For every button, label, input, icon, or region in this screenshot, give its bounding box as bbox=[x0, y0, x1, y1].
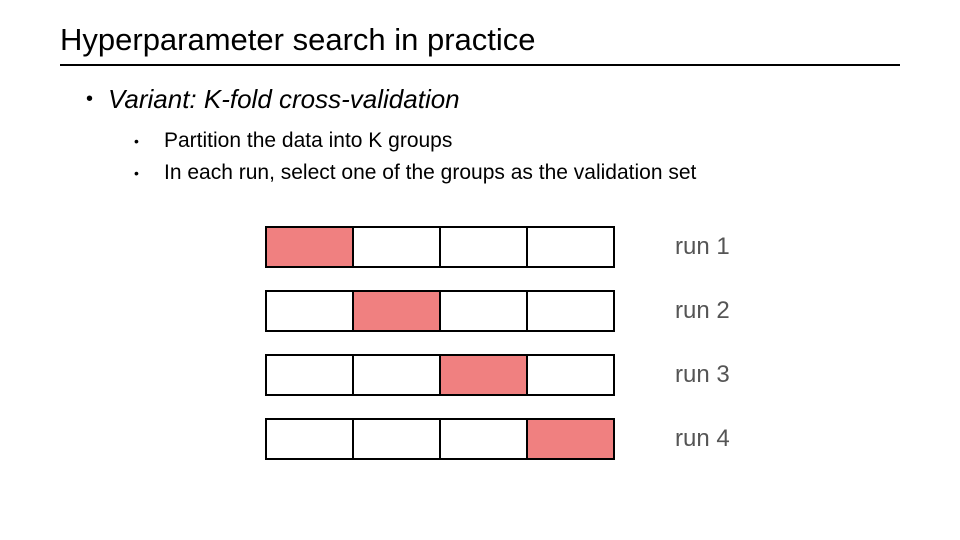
kfold-run-row: run 1 bbox=[265, 226, 825, 268]
bullet-icon: • bbox=[134, 128, 164, 154]
kfold-diagram: run 1 run 2 run 3 bbox=[265, 226, 825, 482]
bullet-icon: • bbox=[134, 160, 164, 186]
bullet-list-level-2: • Partition the data into K groups • In … bbox=[60, 128, 900, 186]
fold-cell-train bbox=[528, 228, 613, 266]
run-label: run 2 bbox=[675, 297, 730, 325]
fold-cell-train bbox=[528, 356, 613, 394]
fold-bar bbox=[265, 226, 615, 268]
fold-bar bbox=[265, 354, 615, 396]
fold-cell-train bbox=[441, 292, 528, 330]
list-item: • In each run, select one of the groups … bbox=[134, 160, 900, 186]
fold-cell-validation bbox=[441, 356, 528, 394]
fold-cell-train bbox=[267, 356, 354, 394]
list-item: • Variant: K-fold cross-validation bbox=[86, 84, 900, 114]
kfold-run-row: run 2 bbox=[265, 290, 825, 332]
bullet-icon: • bbox=[86, 84, 108, 114]
kfold-run-row: run 3 bbox=[265, 354, 825, 396]
slide: Hyperparameter search in practice • Vari… bbox=[0, 0, 960, 540]
fold-cell-train bbox=[267, 420, 354, 458]
fold-bar bbox=[265, 290, 615, 332]
kfold-run-row: run 4 bbox=[265, 418, 825, 460]
run-label: run 4 bbox=[675, 425, 730, 453]
fold-cell-train bbox=[354, 356, 441, 394]
fold-cell-validation bbox=[267, 228, 354, 266]
run-label: run 3 bbox=[675, 361, 730, 389]
slide-title: Hyperparameter search in practice bbox=[60, 22, 900, 66]
run-label: run 1 bbox=[675, 233, 730, 261]
list-item: • Partition the data into K groups bbox=[134, 128, 900, 154]
fold-cell-train bbox=[441, 420, 528, 458]
list-item-text: Partition the data into K groups bbox=[164, 128, 452, 154]
list-item-text: Variant: K-fold cross-validation bbox=[108, 84, 460, 114]
bullet-list-level-1: • Variant: K-fold cross-validation bbox=[60, 84, 900, 114]
fold-cell-validation bbox=[354, 292, 441, 330]
fold-cell-train bbox=[441, 228, 528, 266]
list-item-text: In each run, select one of the groups as… bbox=[164, 160, 696, 186]
fold-bar bbox=[265, 418, 615, 460]
fold-cell-validation bbox=[528, 420, 613, 458]
fold-cell-train bbox=[354, 228, 441, 266]
fold-cell-train bbox=[528, 292, 613, 330]
fold-cell-train bbox=[354, 420, 441, 458]
fold-cell-train bbox=[267, 292, 354, 330]
